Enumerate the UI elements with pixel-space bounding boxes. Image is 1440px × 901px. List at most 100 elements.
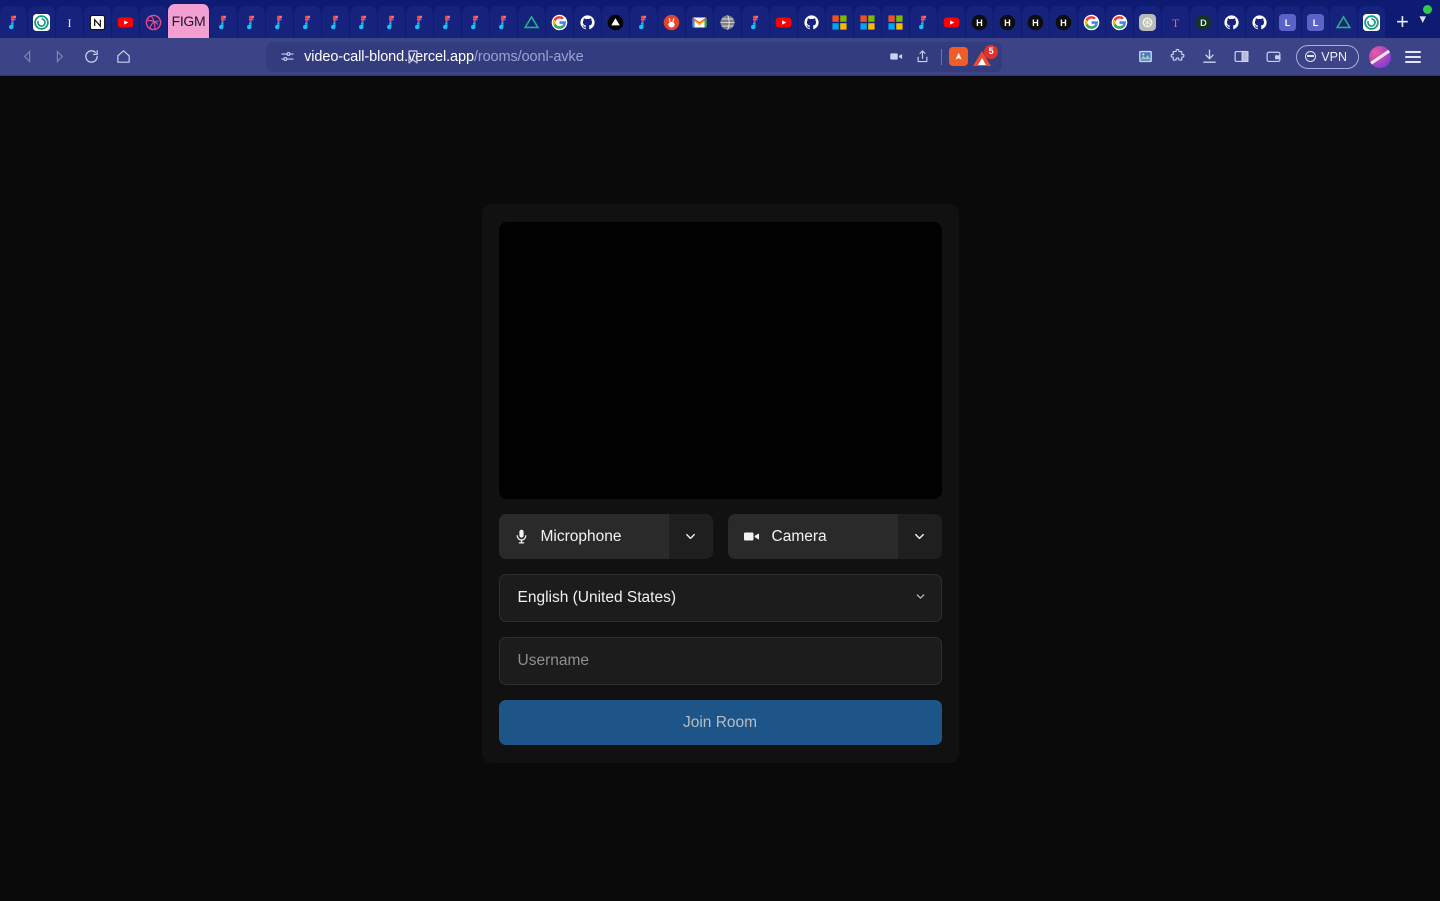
tab-notion-tab[interactable]: [84, 6, 112, 38]
address-bar-actions: 5: [884, 46, 994, 68]
tab-figma-tab-2[interactable]: [210, 6, 238, 38]
globe-gray-icon: [719, 14, 736, 31]
tab-huggingface-tab-4[interactable]: H: [1050, 6, 1078, 38]
tab-dribbble-tab[interactable]: [140, 6, 168, 38]
new-tab-button[interactable]: +: [1385, 6, 1419, 38]
vpn-button[interactable]: VPN: [1296, 45, 1359, 69]
tab-youtube-tab-3[interactable]: [938, 6, 966, 38]
letter-l-icon: I: [61, 14, 78, 31]
microsoft-squares-icon: [831, 14, 848, 31]
tab-figma-tab-7[interactable]: [350, 6, 378, 38]
brave-rewards-triangle-icon[interactable]: 5: [970, 46, 994, 68]
microphone-device-dropdown[interactable]: [669, 514, 713, 559]
tab-google-tab-3[interactable]: [1106, 6, 1134, 38]
brave-lion-icon[interactable]: [949, 47, 968, 66]
site-settings-sliders-icon[interactable]: [280, 49, 295, 64]
profile-avatar-icon[interactable]: [1369, 46, 1391, 68]
camera-device-dropdown[interactable]: [898, 514, 942, 559]
tab-microsoft-tab-1[interactable]: [826, 6, 854, 38]
tab-linear-tab-3[interactable]: L: [1302, 6, 1330, 38]
tab-microsoft-tab-2[interactable]: [854, 6, 882, 38]
rabbit-red-icon: [663, 14, 680, 31]
tab-tailwind-tab[interactable]: T: [1162, 6, 1190, 38]
tab-github-tab-1[interactable]: [574, 6, 602, 38]
tab-youtube-tab-1[interactable]: [112, 6, 140, 38]
svg-text:L: L: [1285, 18, 1291, 28]
tab-vercel-tab-3[interactable]: [1330, 6, 1358, 38]
video-camera-icon[interactable]: [884, 46, 908, 68]
brave-wallet-icon[interactable]: [1258, 43, 1288, 71]
tab-linear-tab-2[interactable]: L: [1274, 6, 1302, 38]
tab-linear-tab-1[interactable]: I: [56, 6, 84, 38]
reload-icon[interactable]: [76, 43, 106, 71]
hamburger-menu-icon[interactable]: [1398, 43, 1428, 71]
tab-d-tab[interactable]: D: [1190, 6, 1218, 38]
tab-github-tab-2[interactable]: [798, 6, 826, 38]
tab-rabbit-tab[interactable]: [658, 6, 686, 38]
youtube-icon: [775, 14, 792, 31]
tab-figma-tab-6[interactable]: [322, 6, 350, 38]
tab-google-tab-2[interactable]: [1078, 6, 1106, 38]
home-icon[interactable]: [108, 43, 138, 71]
tab-figma-tab-12[interactable]: [490, 6, 518, 38]
bookmark-icon[interactable]: [398, 43, 428, 71]
tab-vercel-tab-2[interactable]: [602, 6, 630, 38]
tab-gmail-tab[interactable]: [686, 6, 714, 38]
figma-icon: [495, 14, 512, 31]
address-bar[interactable]: video-call-blond.vercel.app/rooms/oonl-a…: [266, 42, 1002, 72]
camera-toggle-button[interactable]: Camera: [728, 514, 898, 559]
tab-figma-tab-11[interactable]: [462, 6, 490, 38]
tab-figma-tab-3[interactable]: [238, 6, 266, 38]
tab-google-tab-1[interactable]: [546, 6, 574, 38]
tab-list: IFIGMHHHHTDLL×: [0, 0, 1385, 38]
youtube-icon: [943, 14, 960, 31]
language-select[interactable]: English (United States): [499, 574, 942, 622]
tab-figma-tab-5[interactable]: [294, 6, 322, 38]
tab-vercel-tab-1[interactable]: [518, 6, 546, 38]
browser-toolbar: video-call-blond.vercel.app/rooms/oonl-a…: [0, 38, 1440, 76]
tab-youtube-tab-2[interactable]: [770, 6, 798, 38]
google-g-icon: [551, 14, 568, 31]
username-placeholder: Username: [518, 652, 590, 670]
extension-image-icon[interactable]: [1130, 43, 1160, 71]
sidebar-panel-icon[interactable]: [1226, 43, 1256, 71]
tab-microsoft-tab-3[interactable]: [882, 6, 910, 38]
tab-huggingface-tab-1[interactable]: H: [966, 6, 994, 38]
tab-figma-tab-15[interactable]: [910, 6, 938, 38]
forward-arrow-icon[interactable]: [44, 43, 74, 71]
join-room-button[interactable]: Join Room: [499, 700, 942, 745]
tab-github-tab-4[interactable]: [1246, 6, 1274, 38]
openai-icon: [1139, 14, 1156, 31]
tab-figma-tab-10[interactable]: [434, 6, 462, 38]
username-input[interactable]: Username: [499, 637, 942, 685]
tab-figma-tab-13[interactable]: [630, 6, 658, 38]
tab-spiral-tab-1[interactable]: [28, 6, 56, 38]
back-arrow-icon[interactable]: [12, 43, 42, 71]
spiral-teal-icon: [1363, 14, 1380, 31]
svg-text:H: H: [1060, 18, 1067, 28]
tab-figma-tab-8[interactable]: [378, 6, 406, 38]
letter-l-square-icon: L: [1307, 14, 1324, 31]
microphone-toggle-button[interactable]: Microphone: [499, 514, 669, 559]
tab-huggingface-tab-3[interactable]: H: [1022, 6, 1050, 38]
tab-openai-tab[interactable]: [1134, 6, 1162, 38]
tab-figma-tab-1[interactable]: [0, 6, 28, 38]
active-tab-underline: [168, 36, 209, 38]
tab-figma-tab-14[interactable]: [742, 6, 770, 38]
share-upload-icon[interactable]: [910, 46, 934, 68]
tab-globe-tab[interactable]: [714, 6, 742, 38]
download-icon[interactable]: [1194, 43, 1224, 71]
puzzle-piece-icon[interactable]: [1162, 43, 1192, 71]
camera-preview[interactable]: [499, 222, 942, 499]
url-path: /rooms/oonl-avke: [474, 49, 584, 65]
figma-icon: [327, 14, 344, 31]
tab-figma-tab-9[interactable]: [406, 6, 434, 38]
url-domain: video-call-blond.vercel.app: [304, 49, 474, 65]
tab-figma-active-tab[interactable]: FIGM: [168, 4, 210, 38]
tab-figma-tab-4[interactable]: [266, 6, 294, 38]
figma-icon: [299, 14, 316, 31]
svg-text:L: L: [1313, 18, 1319, 28]
tab-spiral-tab-2[interactable]: [1358, 6, 1385, 38]
tab-github-tab-3[interactable]: [1218, 6, 1246, 38]
tab-huggingface-tab-2[interactable]: H: [994, 6, 1022, 38]
